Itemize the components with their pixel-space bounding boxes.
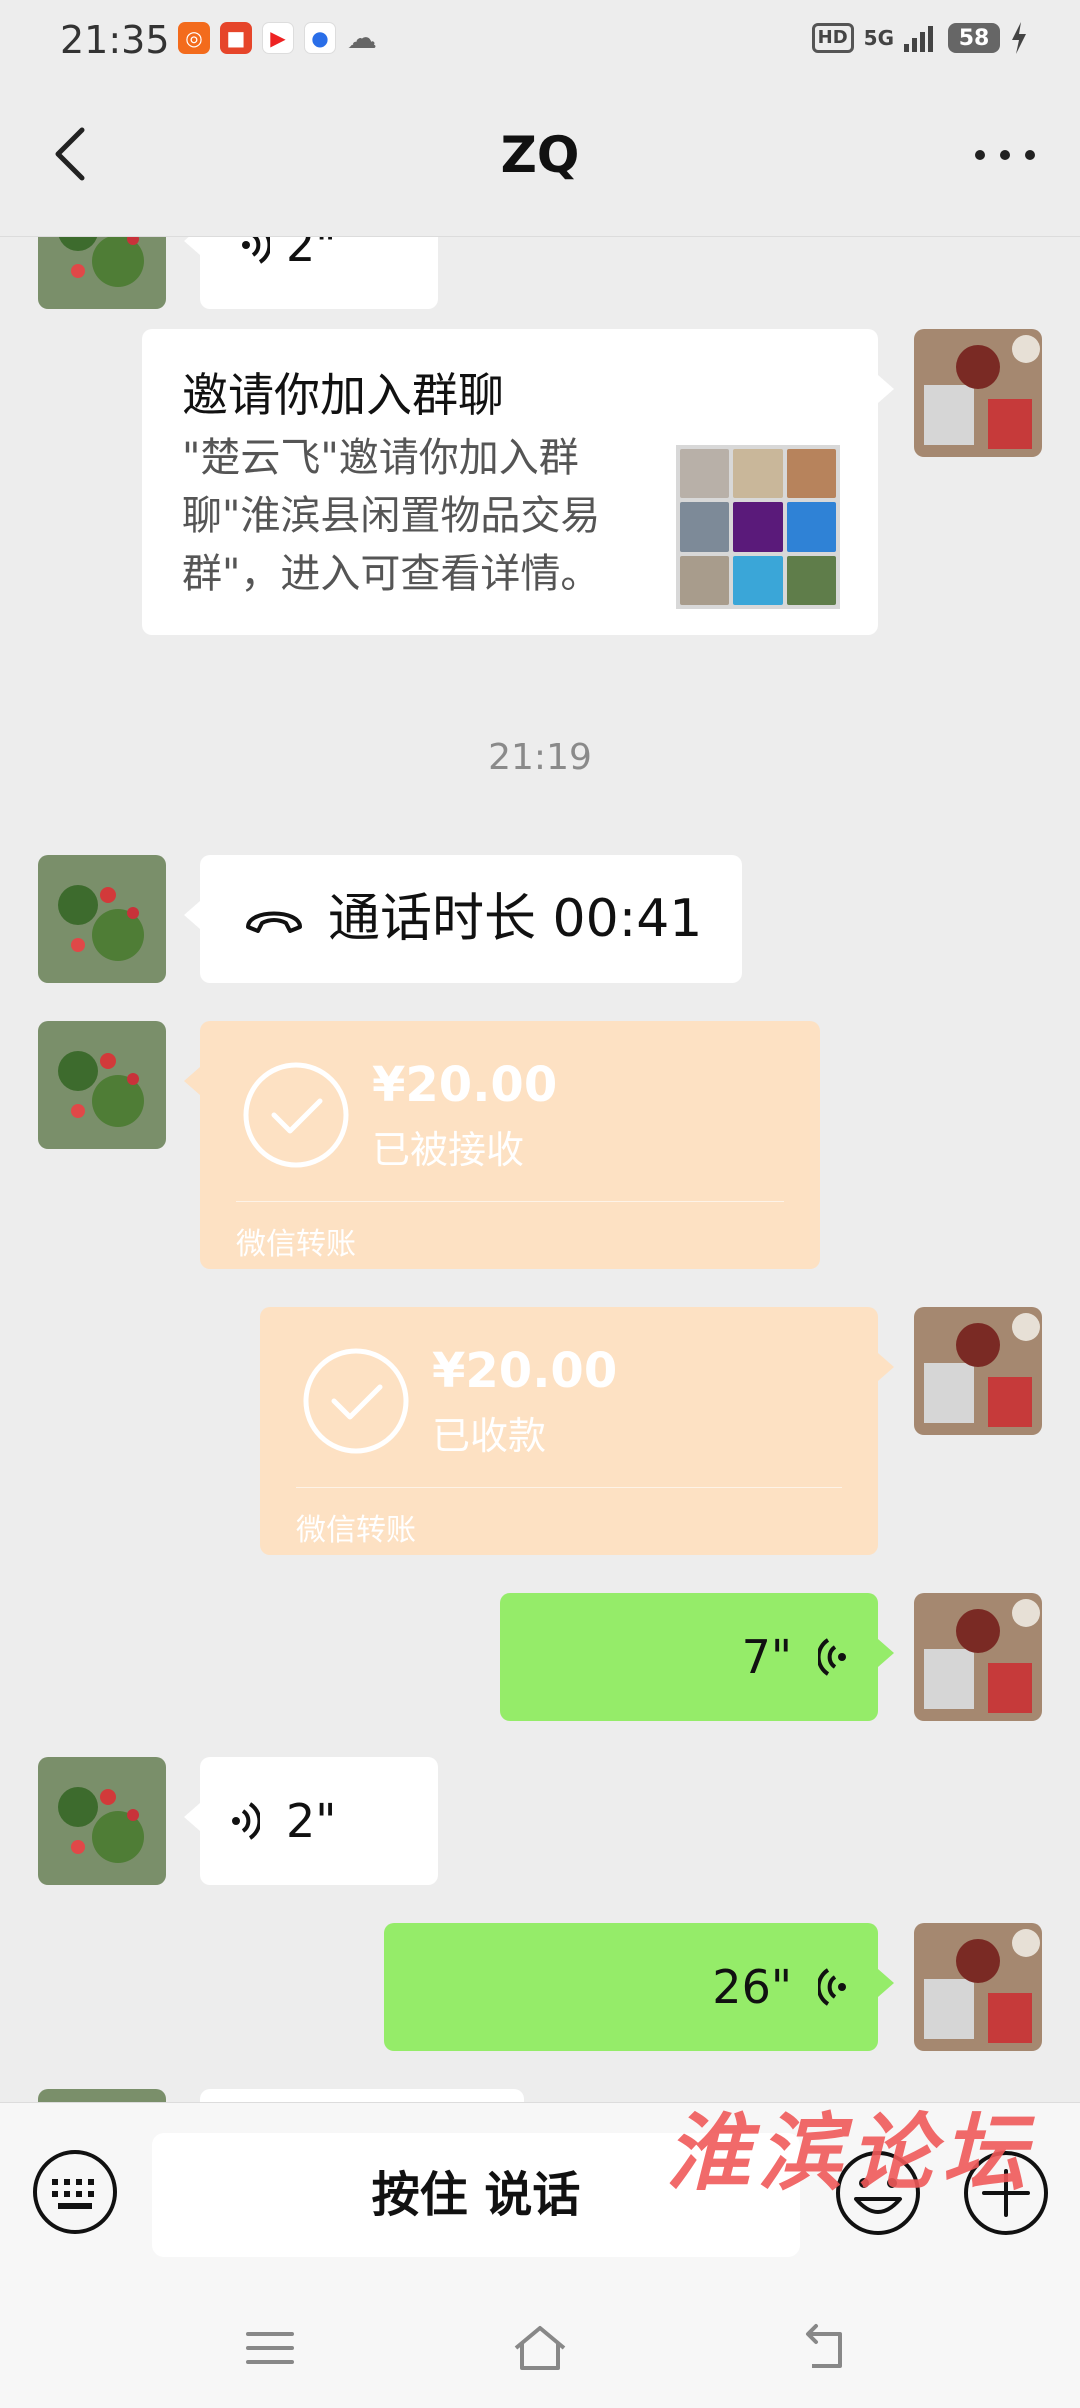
- transfer-label: 微信转账: [296, 1513, 416, 1548]
- my-avatar[interactable]: [914, 1307, 1042, 1435]
- system-nav-bar: [0, 2288, 1080, 2408]
- transfer-divider: [236, 1201, 784, 1202]
- menu-icon[interactable]: [240, 2322, 300, 2374]
- app-notification-icon: ■: [220, 22, 252, 54]
- message-list[interactable]: 2" 邀请你加入群聊 "楚云飞"邀请你加入群聊"淮滨县闲置物品交易群"，进入可查…: [0, 237, 1080, 2102]
- transfer-amount: ¥20.00: [372, 1057, 558, 1113]
- transfer-status: 已收款: [432, 1414, 547, 1458]
- cloud-icon: ☁: [347, 20, 377, 56]
- contact-avatar[interactable]: [38, 237, 166, 309]
- status-bar: 21:35 ◎ ■ ▶ ● ☁ HD 5G 58: [0, 0, 1080, 82]
- notification-icons: ◎ ■ ▶ ● ☁: [178, 20, 378, 56]
- check-icon: [243, 1062, 349, 1168]
- app-notification-icon: ▶: [262, 22, 294, 54]
- my-avatar[interactable]: [914, 1593, 1042, 1721]
- call-record-bubble[interactable]: 通话时长 00:41: [184, 855, 742, 983]
- transfer-label: 微信转账: [236, 1227, 356, 1262]
- check-icon: [303, 1348, 409, 1454]
- voice-icon: [818, 1968, 846, 2006]
- voice-message-bubble[interactable]: 2": [184, 1757, 438, 1885]
- my-avatar[interactable]: [914, 329, 1042, 457]
- forum-watermark: 淮滨论坛: [666, 2103, 1035, 2202]
- transfer-amount: ¥20.00: [432, 1343, 618, 1399]
- voice-duration: 2": [286, 1794, 337, 1848]
- return-icon[interactable]: [796, 2322, 856, 2374]
- voice-message-bubble[interactable]: 26": [384, 1923, 894, 2051]
- group-invite-card[interactable]: 邀请你加入群聊 "楚云飞"邀请你加入群聊"淮滨县闲置物品交易群"，进入可查看详情…: [142, 329, 894, 635]
- home-icon[interactable]: [510, 2322, 570, 2374]
- transfer-divider: [296, 1487, 842, 1488]
- app-notification-icon: ●: [304, 22, 336, 54]
- contact-avatar[interactable]: [38, 1757, 166, 1885]
- invite-description: "楚云飞"邀请你加入群聊"淮滨县闲置物品交易群"，进入可查看详情。: [182, 435, 601, 597]
- transfer-card-accepted[interactable]: ¥20.00 已被接收 微信转账: [184, 1021, 820, 1269]
- group-avatar-grid: [676, 445, 840, 609]
- more-icon[interactable]: [970, 140, 1040, 170]
- contact-avatar[interactable]: [38, 2089, 166, 2102]
- charging-icon: [1012, 22, 1026, 54]
- transfer-card-received[interactable]: ¥20.00 已收款 微信转账: [260, 1307, 894, 1555]
- transfer-status: 已被接收: [372, 1128, 525, 1172]
- signal-icon: [904, 26, 933, 52]
- contact-avatar[interactable]: [38, 855, 166, 983]
- keyboard-icon[interactable]: [32, 2149, 118, 2235]
- voice-icon: [242, 237, 270, 264]
- voice-duration: 26": [712, 1960, 792, 2014]
- voice-duration: 7": [741, 1630, 792, 1684]
- battery-level: 58: [948, 23, 1000, 53]
- message-bubble-partial[interactable]: [200, 2089, 524, 2102]
- my-avatar[interactable]: [914, 1923, 1042, 2051]
- network-label: 5G: [863, 26, 894, 50]
- voice-icon: [818, 1638, 846, 1676]
- phone-icon: [246, 911, 302, 933]
- voice-icon: [232, 1802, 260, 1840]
- contact-avatar[interactable]: [38, 1021, 166, 1149]
- invite-title: 邀请你加入群聊: [182, 368, 504, 422]
- message-timestamp: 21:19: [488, 737, 592, 778]
- hd-badge: HD: [811, 23, 854, 53]
- chat-title: ZQ: [500, 126, 580, 184]
- app-notification-icon: ◎: [178, 22, 210, 54]
- status-right: HD 5G 58: [811, 22, 1028, 54]
- chat-header: ZQ: [0, 82, 1080, 237]
- voice-message-bubble[interactable]: 7": [500, 1593, 894, 1721]
- status-time: 21:35: [60, 18, 170, 62]
- voice-duration: 2": [286, 237, 337, 272]
- call-duration-text: 通话时长 00:41: [328, 889, 703, 949]
- voice-message-bubble[interactable]: 2": [184, 237, 438, 309]
